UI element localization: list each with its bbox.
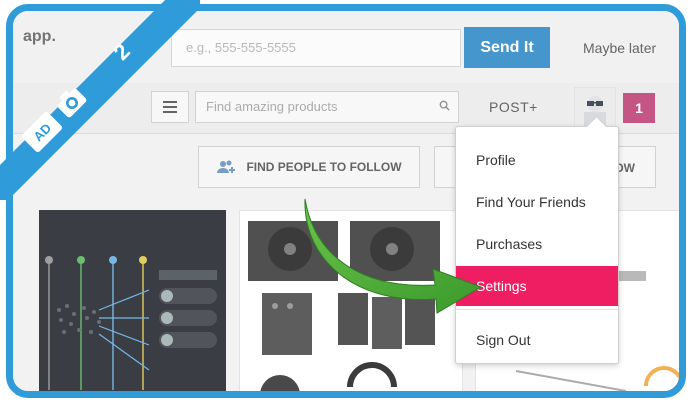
- dropdown-item-profile[interactable]: Profile: [456, 140, 618, 180]
- screenshot-frame: app. e.g., 555-555-5555 Send It Maybe la…: [6, 4, 686, 398]
- curved-arrow-icon: [304, 198, 483, 314]
